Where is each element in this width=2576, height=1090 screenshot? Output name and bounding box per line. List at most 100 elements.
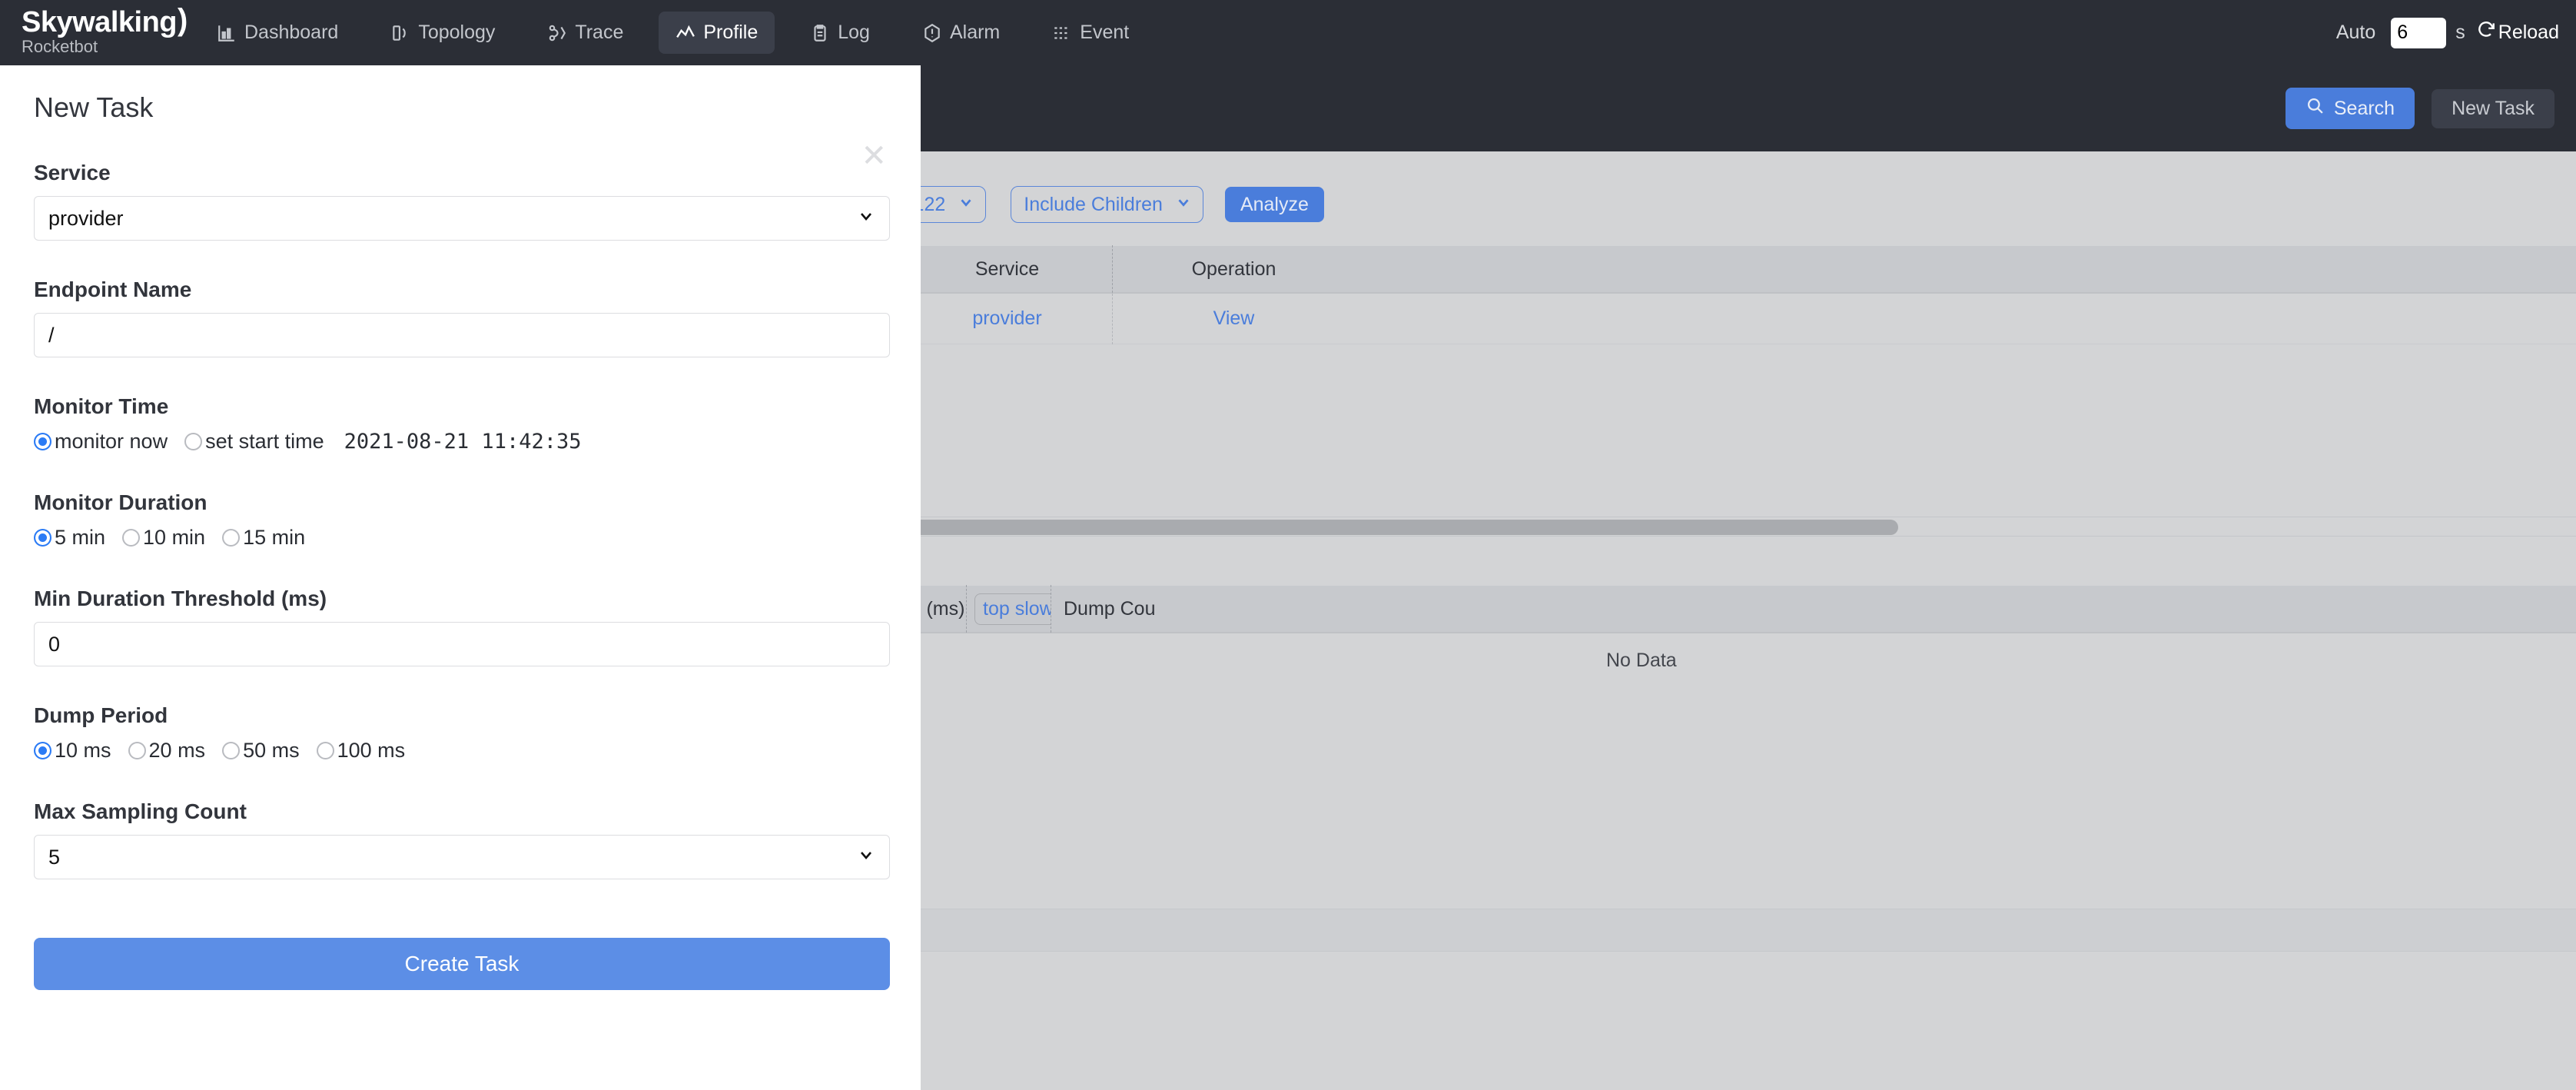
analyze-button[interactable]: Analyze [1225, 187, 1324, 222]
radio-label: 10 ms [55, 739, 111, 763]
trace-icon [547, 23, 567, 43]
new-task-button[interactable]: New Task [2432, 89, 2554, 128]
nav-item-label: Trace [575, 22, 623, 44]
radio-indicator [184, 433, 202, 450]
radio-label: 15 min [243, 526, 305, 550]
profile-col-dump-count[interactable]: Dump Count [1051, 585, 1154, 633]
radio-label: set start time [205, 430, 324, 454]
service-select[interactable]: provider [34, 196, 890, 241]
dump-period-label: Dump Period [34, 703, 887, 728]
reload-label: Reload [2498, 22, 2559, 44]
auto-label: Auto [2336, 22, 2375, 44]
chevron-down-icon [857, 846, 875, 869]
max-sampling-count-select[interactable]: 5 [34, 835, 890, 879]
nav-item-label: Alarm [950, 22, 1000, 44]
radio-set-start-time[interactable]: set start time [184, 430, 324, 454]
radio-label: 20 ms [149, 739, 206, 763]
radio-monitor-now[interactable]: monitor now [34, 430, 168, 454]
new-task-dialog: New Task ✕ Service provider Endpoint Nam… [0, 65, 921, 1090]
nav-item-dashboard[interactable]: Dashboard [200, 12, 355, 54]
nav-item-trace[interactable]: Trace [530, 12, 640, 54]
radio-label: 50 ms [243, 739, 300, 763]
seconds-unit-label: s [2455, 22, 2465, 44]
service-label: Service [34, 161, 887, 185]
line-chart-icon [676, 23, 695, 43]
radio-indicator [128, 742, 146, 759]
nav-item-alarm[interactable]: Alarm [905, 12, 1017, 54]
dump-period-radio-group: 10 ms 20 ms 50 ms 100 ms [34, 739, 887, 763]
auto-refresh-controls: Auto s Reload [2336, 18, 2576, 48]
include-children-label: Include Children [1024, 194, 1163, 216]
radio-indicator [34, 742, 51, 759]
include-children-select[interactable]: Include Children [1011, 186, 1203, 223]
cell-operation[interactable]: View [1112, 294, 1343, 344]
nav-item-topology[interactable]: Topology [373, 12, 512, 54]
radio-duration-5min[interactable]: 5 min [34, 526, 105, 550]
radio-label: 100 ms [337, 739, 406, 763]
radio-dump-50ms[interactable]: 50 ms [222, 739, 300, 763]
no-data-label: No Data [1606, 650, 1677, 672]
monitor-time-radio-group: monitor now set start time 2021-08-21 11… [34, 430, 887, 454]
reload-button[interactable]: Reload [2476, 20, 2559, 45]
monitor-duration-label: Monitor Duration [34, 490, 887, 515]
chevron-down-icon [958, 194, 974, 216]
nav-item-label: Profile [703, 22, 758, 44]
radio-dump-10ms[interactable]: 10 ms [34, 739, 111, 763]
radio-duration-15min[interactable]: 15 min [222, 526, 305, 550]
radio-indicator [34, 433, 51, 450]
brand-logo[interactable]: Skywalking) Rocketbot [0, 8, 192, 57]
close-icon[interactable]: ✕ [861, 147, 887, 165]
span-col-service[interactable]: Service [889, 245, 1112, 293]
dialog-title: New Task [34, 65, 887, 124]
brand-name-first: Sky [22, 6, 72, 38]
min-duration-threshold-label: Min Duration Threshold (ms) [34, 587, 887, 611]
radio-label: 5 min [55, 526, 105, 550]
start-time-value[interactable]: 2021-08-21 11:42:35 [344, 430, 582, 454]
min-duration-threshold-input[interactable] [34, 622, 890, 666]
radio-indicator [34, 529, 51, 547]
nav-items: Dashboard Topology Trace Profile Log [200, 12, 1164, 54]
span-col-operation[interactable]: Operation [1112, 245, 1343, 293]
nav-item-event[interactable]: Event [1035, 12, 1146, 54]
search-button-label: Search [2334, 98, 2395, 120]
search-icon [2305, 96, 2325, 121]
endpoint-name-input[interactable] [34, 313, 890, 357]
nav-item-log[interactable]: Log [793, 12, 887, 54]
radio-indicator [122, 529, 140, 547]
create-task-button[interactable]: Create Task [34, 938, 890, 990]
monitor-duration-radio-group: 5 min 10 min 15 min [34, 526, 887, 550]
radio-label: 10 min [143, 526, 205, 550]
radio-duration-10min[interactable]: 10 min [122, 526, 205, 550]
alert-icon [922, 23, 942, 43]
max-sampling-count-label: Max Sampling Count [34, 799, 887, 824]
endpoint-name-label: Endpoint Name [34, 277, 887, 302]
radio-label: monitor now [55, 430, 168, 454]
radio-indicator [222, 742, 240, 759]
cell-service[interactable]: provider [889, 294, 1112, 344]
profile-col-top-slow: top slow [966, 585, 1051, 633]
list-icon [1052, 23, 1072, 43]
clipboard-icon [810, 23, 830, 43]
radio-dump-100ms[interactable]: 100 ms [317, 739, 406, 763]
radio-dump-20ms[interactable]: 20 ms [128, 739, 206, 763]
nav-item-label: Topology [418, 22, 495, 44]
top-slow-tag[interactable]: top slow [974, 593, 1051, 625]
search-button[interactable]: Search [2286, 88, 2415, 129]
auto-refresh-interval-input[interactable] [2391, 18, 2446, 48]
nav-item-profile[interactable]: Profile [659, 12, 775, 54]
nav-item-label: Dashboard [244, 22, 338, 44]
radio-indicator [317, 742, 334, 759]
top-navigation-bar: Skywalking) Rocketbot Dashboard Topology… [0, 0, 2576, 65]
monitor-time-label: Monitor Time [34, 394, 887, 419]
refresh-icon [2476, 20, 2496, 45]
brand-name-second: walking [72, 6, 177, 38]
chevron-down-icon [1175, 194, 1192, 216]
chevron-down-icon [857, 207, 875, 231]
radio-indicator [222, 529, 240, 547]
service-select-value: provider [48, 207, 124, 231]
brand-subtitle: Rocketbot [22, 37, 192, 57]
brand-swoosh-icon: ) [178, 7, 188, 33]
bar-chart-icon [217, 23, 237, 43]
nav-item-label: Log [838, 22, 870, 44]
topology-icon [390, 23, 410, 43]
